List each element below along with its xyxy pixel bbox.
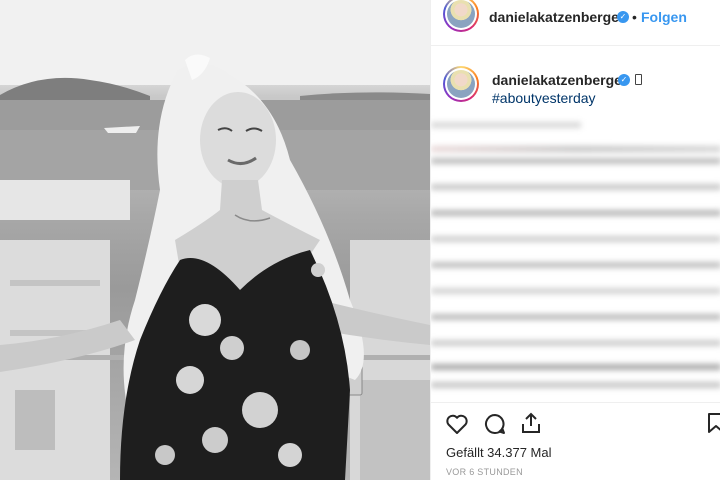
likes-count[interactable]: Gefällt 34.377 Mal bbox=[446, 445, 552, 460]
post-timestamp: VOR 6 STUNDEN bbox=[446, 467, 523, 477]
post-actions: Gefällt 34.377 Mal VOR 6 STUNDEN bbox=[431, 402, 720, 480]
comment-icon[interactable] bbox=[483, 413, 507, 435]
emoji-placeholder-icon bbox=[635, 74, 642, 85]
hashtag-link[interactable]: #aboutyesterday bbox=[492, 90, 596, 106]
post-photo[interactable] bbox=[0, 0, 430, 480]
post-header: danielakatzenberger ✓ • Folgen bbox=[431, 0, 720, 46]
post-sidebar: danielakatzenberger ✓ • Folgen danielaka… bbox=[430, 0, 720, 480]
share-icon[interactable] bbox=[519, 411, 543, 435]
verified-badge-icon: ✓ bbox=[617, 11, 629, 23]
verified-badge-icon: ✓ bbox=[618, 74, 630, 86]
username-link[interactable]: danielakatzenberger bbox=[489, 9, 624, 25]
follow-button[interactable]: Folgen bbox=[641, 9, 687, 25]
blurred-comments bbox=[431, 112, 720, 402]
caption-avatar[interactable] bbox=[443, 66, 479, 102]
separator-dot: • bbox=[632, 9, 637, 25]
caption-username-link[interactable]: danielakatzenberger bbox=[492, 72, 627, 88]
photo-illustration bbox=[0, 0, 430, 480]
bookmark-icon[interactable] bbox=[707, 412, 720, 434]
heart-icon[interactable] bbox=[445, 413, 469, 435]
avatar[interactable] bbox=[443, 0, 479, 32]
